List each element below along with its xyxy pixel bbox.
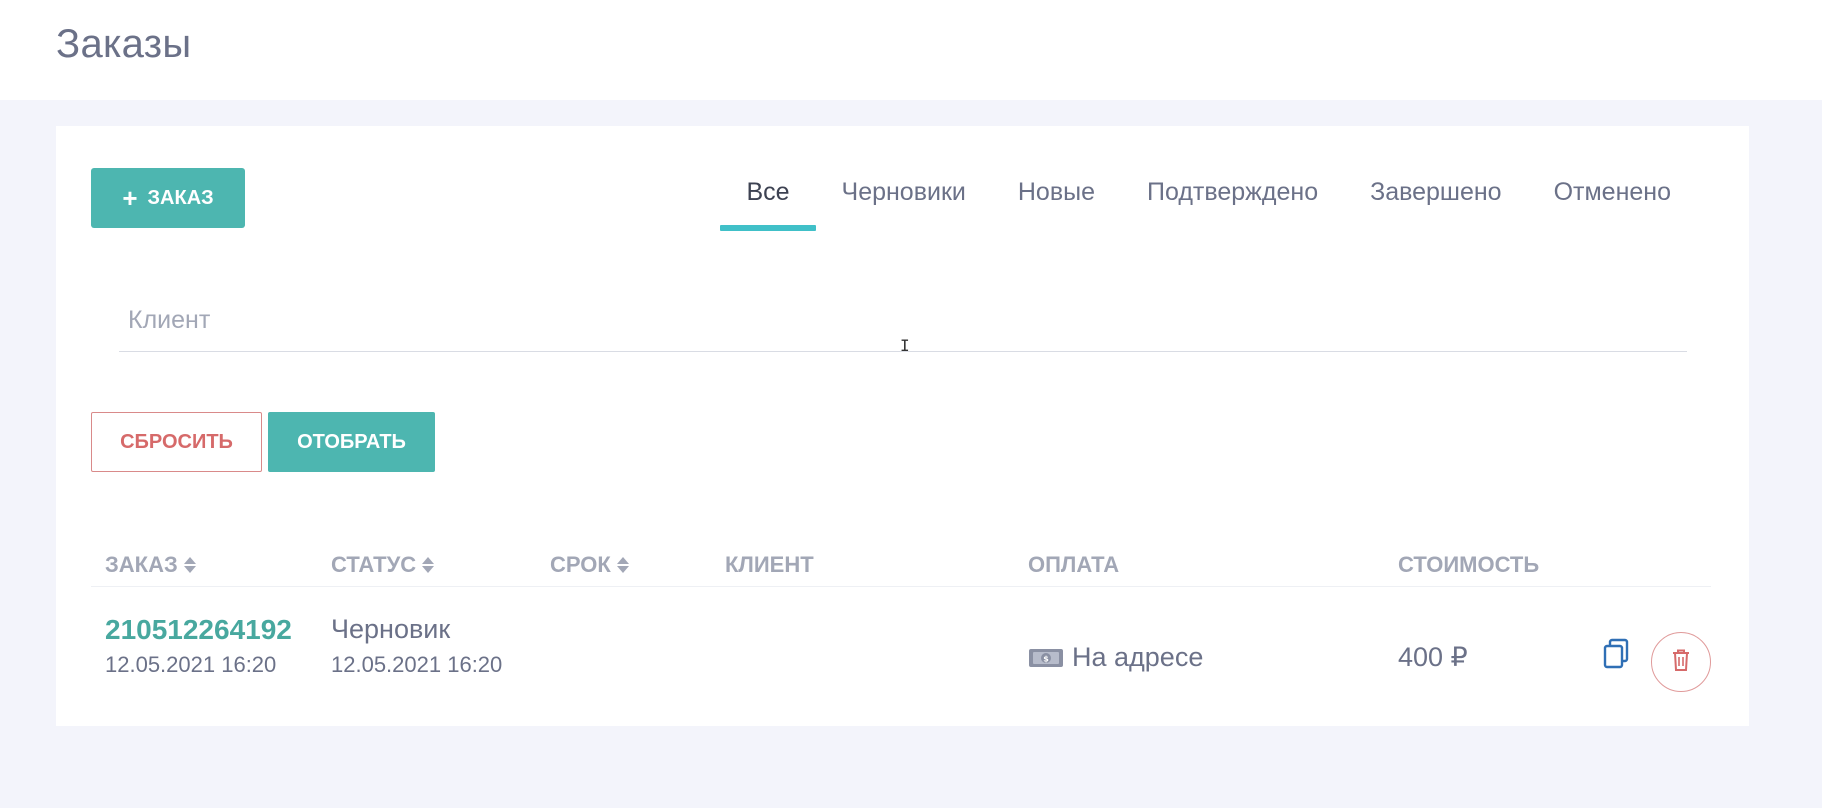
column-header-deadline[interactable]: СРОК: [550, 552, 631, 578]
text-cursor-icon: I: [900, 336, 910, 355]
payment-method: $ На адресе: [1028, 642, 1203, 673]
add-order-label: ЗАКАЗ: [147, 186, 214, 209]
status-date: 12.05.2021 16:20: [331, 652, 503, 677]
cash-icon: $: [1028, 646, 1064, 670]
order-cost: 400 ₽: [1398, 642, 1468, 672]
payment-label: На адресе: [1072, 642, 1204, 672]
sort-icon[interactable]: [422, 555, 436, 575]
plus-icon: +: [122, 183, 138, 213]
reset-button[interactable]: СБРОСИТЬ: [91, 412, 262, 472]
column-header-status[interactable]: СТАТУС: [331, 552, 436, 578]
order-date: 12.05.2021 16:20: [105, 652, 277, 677]
column-header-client: КЛИЕНТ: [725, 552, 814, 577]
tab-cancelled[interactable]: Отменено: [1528, 178, 1697, 231]
svg-text:$: $: [1043, 654, 1049, 663]
table-header: ЗАКАЗ СТАТУС СРОК КЛИЕНТ ОПЛАТА СТОИМОСТ…: [91, 536, 1711, 587]
order-number-link[interactable]: 210512264192: [105, 614, 292, 646]
orders-card: + ЗАКАЗ Все Черновики Новые Подтверждено…: [56, 126, 1749, 726]
column-header-order[interactable]: ЗАКАЗ: [105, 552, 198, 578]
tab-new[interactable]: Новые: [992, 178, 1121, 231]
trash-icon: [1670, 648, 1692, 677]
copy-order-button[interactable]: [1598, 636, 1634, 676]
table-row: 210512264192 12.05.2021 16:20 Черновик 1…: [91, 596, 1711, 808]
page-title: Заказы: [56, 22, 192, 66]
page-header: Заказы: [0, 0, 1822, 100]
order-status: Черновик: [331, 614, 451, 644]
delete-order-button[interactable]: [1651, 632, 1711, 692]
copy-icon: [1602, 638, 1630, 675]
sort-icon[interactable]: [183, 555, 198, 575]
tab-confirmed[interactable]: Подтверждено: [1121, 178, 1344, 231]
column-header-cost: СТОИМОСТЬ: [1398, 552, 1540, 577]
status-tabs: Все Черновики Новые Подтверждено Заверше…: [720, 178, 1697, 231]
sort-icon[interactable]: [616, 555, 631, 575]
add-order-button[interactable]: + ЗАКАЗ: [91, 168, 245, 228]
apply-filter-button[interactable]: ОТОБРАТЬ: [268, 412, 435, 472]
tab-completed[interactable]: Завершено: [1344, 178, 1527, 231]
tab-all[interactable]: Все: [720, 178, 816, 231]
tab-drafts[interactable]: Черновики: [816, 178, 992, 231]
column-header-payment: ОПЛАТА: [1028, 552, 1120, 577]
